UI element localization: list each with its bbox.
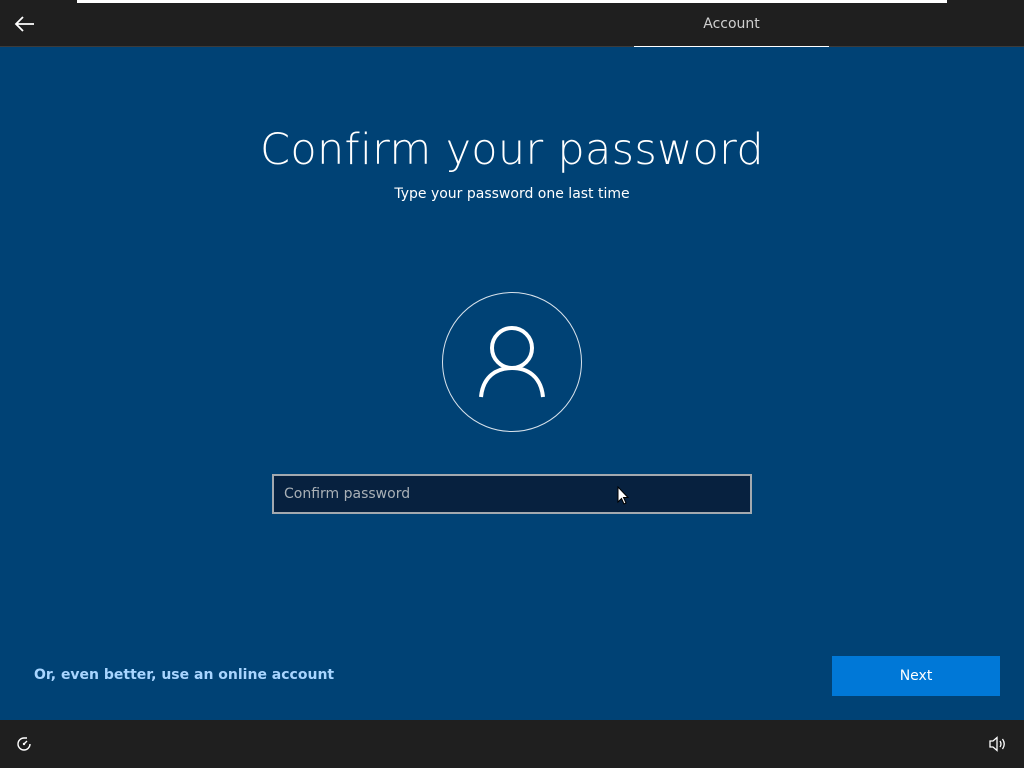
back-arrow-icon — [14, 16, 34, 32]
online-account-link[interactable]: Or, even better, use an online account — [34, 667, 334, 683]
user-icon — [479, 326, 545, 398]
back-button[interactable] — [8, 8, 40, 40]
avatar — [442, 292, 582, 432]
bottom-bar — [0, 720, 1024, 768]
page-title: Confirm your password — [260, 125, 764, 175]
confirm-password-field[interactable] — [272, 474, 752, 514]
ease-of-access-icon — [17, 737, 31, 751]
top-bar: Account — [0, 0, 1024, 48]
accessibility-button[interactable] — [12, 732, 36, 756]
volume-button[interactable] — [986, 732, 1010, 756]
tab-account-label: Account — [703, 15, 760, 32]
main-content: Confirm your password Type your password… — [0, 47, 1024, 720]
volume-icon — [989, 736, 1005, 752]
tab-account[interactable]: Account — [634, 0, 829, 48]
page-subtitle: Type your password one last time — [394, 186, 630, 202]
next-button[interactable]: Next — [832, 656, 1000, 696]
